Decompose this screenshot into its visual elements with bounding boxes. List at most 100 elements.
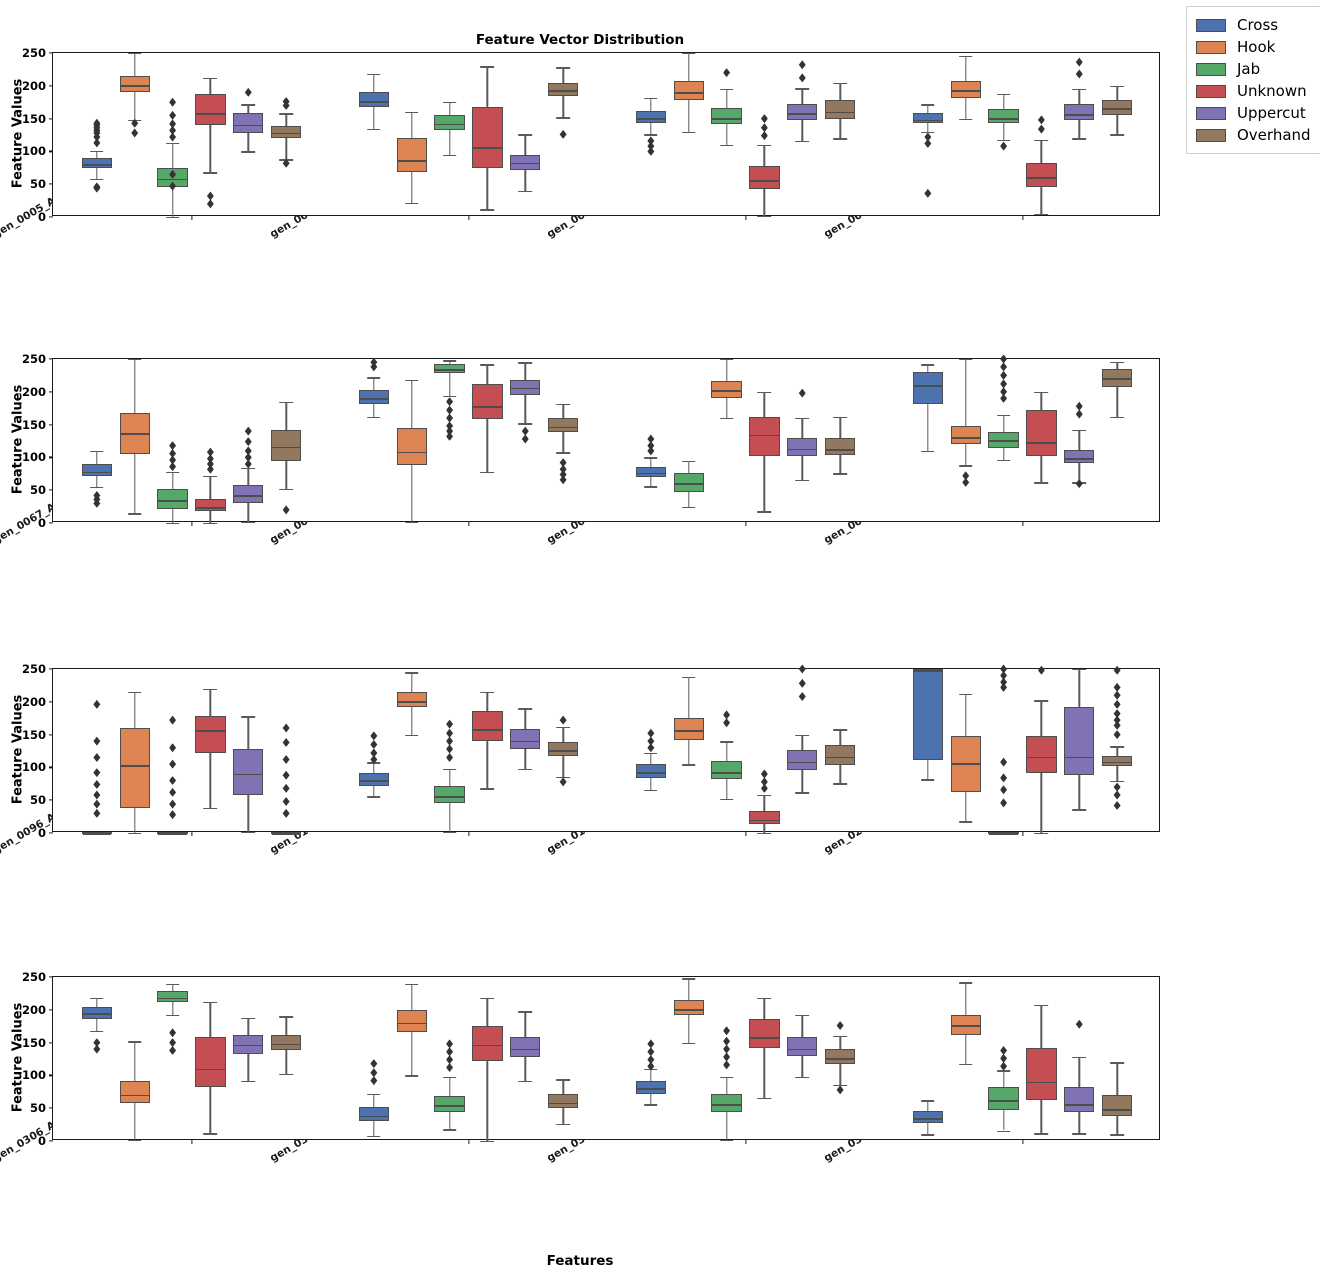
box-cross <box>358 357 389 523</box>
whisker-upper <box>411 983 413 1010</box>
outlier-marker <box>924 188 932 198</box>
median-line <box>196 730 225 732</box>
whisker-cap-lower <box>833 138 847 140</box>
legend-label: Cross <box>1237 16 1279 34</box>
median-line <box>435 795 464 798</box>
box-rect <box>1064 707 1095 776</box>
whisker-lower <box>373 785 375 797</box>
whisker-lower <box>839 454 841 474</box>
median-line <box>271 833 301 835</box>
legend-swatch-icon <box>1196 62 1226 76</box>
whisker-cap-upper <box>165 471 180 474</box>
outlier-marker <box>1075 69 1083 79</box>
y-tick-mark <box>49 358 53 360</box>
whisker-cap-lower <box>1110 416 1124 419</box>
whisker-cap-lower <box>719 144 734 147</box>
box-jab <box>157 53 188 219</box>
whisker-lower <box>927 403 929 451</box>
whisker-cap-upper <box>127 359 142 361</box>
box-rect <box>1026 735 1057 773</box>
box-cross <box>912 53 943 217</box>
box-unknown <box>195 359 226 525</box>
whisker-cap-lower <box>1072 138 1087 140</box>
median-line <box>473 729 502 731</box>
whisker-upper <box>486 997 489 1027</box>
outlier-marker <box>559 129 567 139</box>
median-line <box>120 765 149 767</box>
x-tick-mark <box>744 521 747 526</box>
y-tick-mark <box>49 766 53 768</box>
box-rect <box>950 1015 981 1035</box>
outlier-marker <box>370 1076 378 1086</box>
outlier-marker <box>446 1063 454 1073</box>
y-tick-mark <box>49 183 53 185</box>
box-rect <box>472 1026 503 1061</box>
legend-item-hook: Hook <box>1196 36 1311 58</box>
box-unknown <box>1026 977 1057 1141</box>
box-hook <box>396 669 427 833</box>
outlier-marker <box>446 1047 454 1057</box>
outlier-marker <box>446 1039 454 1049</box>
box-hook <box>673 53 704 217</box>
box-rect <box>749 416 780 457</box>
whisker-cap-upper <box>90 997 104 1000</box>
box-jab <box>673 359 704 523</box>
outlier-marker <box>723 1044 731 1054</box>
whisker-lower <box>839 118 841 139</box>
box-rect <box>233 113 264 134</box>
median-line <box>788 113 817 115</box>
whisker-lower <box>1040 187 1043 214</box>
whisker-lower <box>1078 775 1080 810</box>
median-line <box>951 1025 980 1027</box>
whisker-cap-lower <box>996 139 1011 141</box>
whisker-upper <box>1116 85 1118 101</box>
whisker-lower <box>247 133 249 152</box>
x-tick-mark <box>1021 521 1024 526</box>
whisker-cap-lower <box>203 172 218 174</box>
whisker-cap-upper <box>958 982 973 984</box>
whisker-cap-lower <box>556 452 570 454</box>
whisker-cap-lower <box>921 450 935 453</box>
median-line <box>82 164 111 166</box>
median-line <box>1027 1081 1056 1084</box>
whisker-cap-upper <box>367 1093 381 1096</box>
box-rect <box>510 379 541 396</box>
whisker-cap-upper <box>757 997 772 1000</box>
box-unknown <box>1026 359 1057 523</box>
whisker-cap-upper <box>1072 1057 1087 1059</box>
whisker-lower <box>134 92 136 120</box>
y-tick-mark <box>49 456 53 458</box>
whisker-upper <box>725 359 728 382</box>
whisker-lower <box>411 172 413 203</box>
outlier-marker <box>93 183 101 193</box>
box-rect <box>635 764 666 778</box>
whisker-cap-upper <box>644 97 658 99</box>
whisker-upper <box>448 101 451 116</box>
whisker-cap-upper <box>442 768 457 771</box>
box-rect <box>1101 100 1133 116</box>
whisker-cap-lower <box>757 833 772 835</box>
outlier-marker <box>446 736 454 746</box>
whisker-upper <box>650 97 652 111</box>
box-uppercut <box>1064 359 1095 523</box>
box-hook <box>396 977 427 1141</box>
x-tick-mark <box>744 1139 747 1144</box>
whisker-lower <box>134 808 136 833</box>
whisker-cap-lower <box>90 1030 104 1033</box>
box-hook <box>950 53 981 217</box>
box-overhand <box>824 53 856 217</box>
outlier-marker <box>282 770 290 780</box>
whisker-cap-lower <box>1034 1133 1049 1135</box>
whisker-upper <box>209 475 212 500</box>
box-cross <box>81 977 112 1141</box>
outlier-marker <box>446 405 454 415</box>
box-rect <box>635 466 666 478</box>
box-hook <box>119 977 150 1142</box>
whisker-upper <box>562 1079 564 1094</box>
box-uppercut <box>233 53 264 217</box>
box-unknown <box>1026 53 1057 217</box>
whisker-cap-upper <box>90 450 104 453</box>
median-line <box>271 132 301 135</box>
box-cross <box>81 53 112 217</box>
box-hook <box>396 53 427 217</box>
